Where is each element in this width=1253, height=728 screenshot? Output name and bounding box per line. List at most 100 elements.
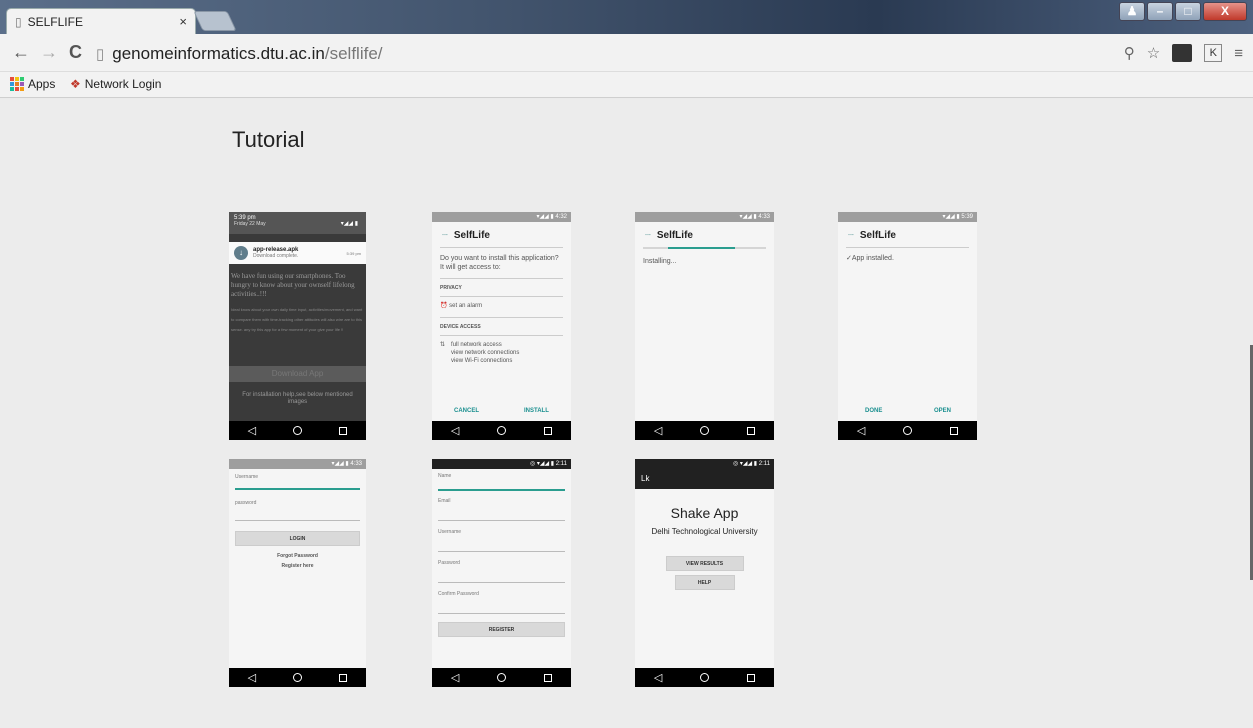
app-icon: ∙∙∙ — [442, 232, 448, 239]
bookmark-label: Network Login — [84, 77, 162, 91]
name-input[interactable] — [438, 489, 565, 491]
home-icon[interactable] — [497, 673, 507, 682]
screenshot-install: ▾◢◢ ▮ 4:32 ∙∙∙ SelfLife Do you want to in… — [432, 212, 571, 440]
home-icon[interactable] — [293, 426, 303, 435]
reload-button[interactable]: C — [69, 42, 82, 62]
recents-icon[interactable] — [339, 426, 348, 435]
install-help-note: For installation help,see below mentione… — [242, 392, 353, 405]
install-button[interactable]: INSTALL — [524, 408, 549, 414]
page-title: Tutorial — [232, 127, 305, 152]
zoom-icon[interactable]: ⚲ — [1124, 44, 1135, 62]
forward-button[interactable]: → — [40, 42, 58, 62]
status-bar: ▾◢◢ ▮ 5:39 — [838, 212, 977, 222]
star-icon[interactable]: ☆ — [1147, 44, 1160, 62]
notif-status: ▾◢◢ ▮ — [340, 221, 358, 227]
installing-text: Installing... — [643, 258, 677, 265]
status-bar: ▾◢◢ ▮ 4:32 — [432, 212, 571, 222]
address-bar[interactable]: ▯ genomeinformatics.dtu.ac.in/selflife/ — [96, 41, 1096, 67]
username-label: Username — [235, 474, 259, 480]
view-results-button[interactable]: VIEW RESULTS — [665, 556, 744, 571]
close-button[interactable]: X — [1203, 2, 1247, 21]
recents-icon[interactable] — [747, 673, 756, 682]
perm-network-conn: view network connections — [451, 350, 520, 356]
back-icon[interactable]: ◁ — [857, 424, 865, 437]
forgot-password-link[interactable]: Forgot Password — [229, 553, 366, 559]
password-label: password — [235, 499, 257, 506]
k-extension-icon[interactable]: K — [1204, 44, 1223, 62]
privacy-heading: PRIVACY — [440, 285, 462, 291]
apps-icon — [10, 77, 24, 91]
network-perm-icon: ⇅ — [440, 342, 446, 348]
maximize-button[interactable]: □ — [1175, 2, 1201, 21]
name-label: Name — [438, 473, 452, 479]
login-button[interactable]: LOGIN — [235, 530, 360, 546]
notif-body: Ideal know about your own daily time inp… — [231, 307, 363, 332]
app-name: SelfLife — [656, 230, 693, 241]
notif-app-sub: Download complete. — [253, 253, 299, 259]
screenshot-register: ◎ ▾◢◢ ▮ 2:11 Name Email Username Passwor… — [432, 459, 571, 687]
home-icon[interactable] — [903, 426, 913, 435]
recents-icon[interactable] — [339, 673, 348, 682]
username-input[interactable] — [438, 550, 565, 552]
done-button[interactable]: DONE — [865, 408, 882, 414]
bookmark-label: Apps — [28, 77, 56, 91]
home-icon[interactable] — [700, 426, 710, 435]
action-bar: Lk — [635, 469, 774, 489]
recents-icon[interactable] — [544, 426, 553, 435]
page-icon: ▯ — [96, 46, 105, 63]
home-icon[interactable] — [700, 673, 710, 682]
app-icon: ∙∙∙ — [848, 232, 854, 239]
page-content — [0, 99, 1253, 728]
minimize-button[interactable]: – — [1147, 2, 1173, 21]
screenshot-installed: ▾◢◢ ▮ 5:39 ∙∙∙ SelfLife ✓App installed. D… — [838, 212, 977, 440]
extension-icon[interactable] — [1172, 44, 1193, 62]
recents-icon[interactable] — [544, 673, 553, 682]
download-notification: ↓ app-release.apk Download complete. 5:3… — [229, 242, 366, 264]
home-icon[interactable] — [497, 426, 507, 435]
username-input[interactable] — [235, 488, 360, 490]
password-input[interactable] — [438, 581, 565, 583]
notif-headline: We have fun using our smartphones. Too h… — [231, 272, 355, 298]
open-button[interactable]: OPEN — [934, 408, 951, 414]
password-input[interactable] — [235, 519, 360, 521]
perm-network: full network access — [451, 342, 502, 348]
recents-icon[interactable] — [950, 426, 959, 435]
bookmark-network-login[interactable]: ❖ Network Login — [70, 77, 161, 91]
register-button[interactable]: REGISTER — [438, 621, 565, 637]
register-link[interactable]: Register here — [229, 563, 366, 569]
status-bar: ◎ ▾◢◢ ▮ 2:11 — [635, 459, 774, 469]
app-name: SelfLife — [453, 230, 490, 241]
alarm-icon: ⏰ — [440, 303, 448, 309]
help-button[interactable]: HELP — [674, 575, 735, 590]
android-navbar: ◁ — [635, 668, 774, 687]
back-button[interactable]: ← — [12, 42, 30, 62]
back-icon[interactable]: ◁ — [451, 671, 459, 684]
confirm-password-input[interactable] — [438, 612, 565, 614]
page-icon: ▯ — [15, 14, 22, 29]
email-input[interactable] — [438, 519, 565, 521]
back-icon[interactable]: ◁ — [248, 671, 256, 684]
tab-selflife[interactable]: ▯ SELFLIFE × — [6, 8, 196, 34]
download-app-button[interactable]: Download App — [229, 366, 366, 382]
cancel-button[interactable]: CANCEL — [454, 408, 479, 414]
bookmarks-bar: Apps ❖ Network Login — [0, 72, 1253, 98]
network-icon: ❖ — [70, 77, 81, 91]
install-progress-bar — [643, 247, 766, 249]
profile-button[interactable]: ♟ — [1119, 2, 1145, 21]
email-label: Email — [438, 497, 451, 504]
url-path: /selflife/ — [324, 44, 383, 63]
url-host: genomeinformatics.dtu.ac.in — [112, 44, 325, 63]
tab-close-button[interactable]: × — [179, 14, 187, 29]
bookmark-apps[interactable]: Apps — [10, 77, 55, 91]
screenshot-shake-app: ◎ ▾◢◢ ▮ 2:11 Lk Shake App Delhi Technolo… — [635, 459, 774, 687]
back-icon[interactable]: ◁ — [654, 424, 662, 437]
home-icon[interactable] — [293, 673, 303, 682]
device-access-heading: DEVICE ACCESS — [440, 324, 481, 330]
android-navbar: ◁ — [432, 668, 571, 687]
menu-icon[interactable]: ≡ — [1234, 45, 1243, 62]
confirm-password-label: Confirm Password — [438, 590, 479, 597]
back-icon[interactable]: ◁ — [654, 671, 662, 684]
back-icon[interactable]: ◁ — [248, 424, 256, 437]
recents-icon[interactable] — [747, 426, 756, 435]
back-icon[interactable]: ◁ — [451, 424, 459, 437]
